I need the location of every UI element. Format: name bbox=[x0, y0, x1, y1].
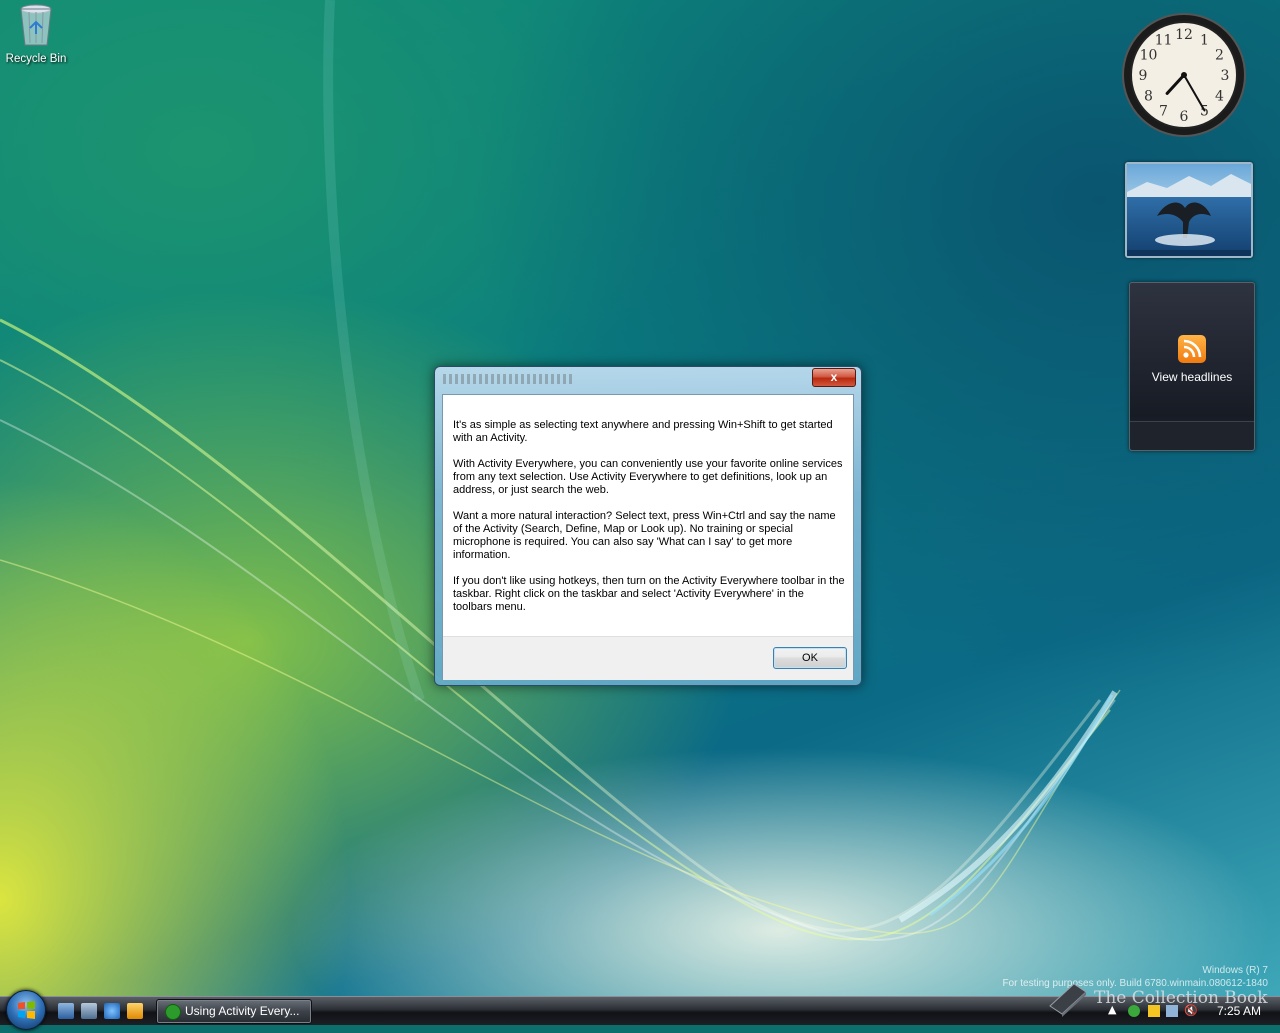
clock-numeral: 11 bbox=[1155, 33, 1173, 49]
watermark-line: Windows (R) 7 bbox=[1202, 965, 1268, 976]
windows-logo-icon bbox=[18, 1001, 35, 1019]
feed-gadget-footer bbox=[1130, 421, 1254, 450]
clock-numeral: 9 bbox=[1139, 68, 1148, 84]
clock-numeral: 6 bbox=[1180, 109, 1189, 125]
dialog-titlebar[interactable]: x bbox=[435, 367, 861, 393]
desktop-icon-recycle-bin[interactable]: Recycle Bin bbox=[4, 2, 68, 65]
message-paragraph: Want a more natural interaction? Select … bbox=[453, 510, 836, 561]
clock-numeral: 1 bbox=[1200, 33, 1209, 49]
taskbar-button-activity-everywhere[interactable]: Using Activity Every... bbox=[156, 999, 312, 1024]
recycle-bin-icon bbox=[20, 4, 52, 46]
media-player-icon[interactable] bbox=[127, 1003, 143, 1019]
internet-explorer-icon[interactable] bbox=[104, 1003, 120, 1019]
collection-book-text: The Collection Book bbox=[1094, 988, 1268, 1008]
clock-numeral: 10 bbox=[1140, 48, 1158, 64]
show-desktop-icon[interactable] bbox=[58, 1003, 74, 1019]
checkmark-icon bbox=[165, 1004, 181, 1020]
dialog-button-bar: OK bbox=[443, 636, 853, 680]
clock-numeral: 4 bbox=[1215, 89, 1224, 105]
analog-clock-face: 1234567891011 12 bbox=[1122, 13, 1246, 137]
collection-book-logo: The Collection Book bbox=[1044, 978, 1274, 1018]
whale-tail-photo bbox=[1127, 164, 1251, 256]
feed-headlines-gadget[interactable]: View headlines bbox=[1129, 282, 1255, 451]
switch-windows-icon[interactable] bbox=[81, 1003, 97, 1019]
close-button[interactable]: x bbox=[812, 368, 856, 387]
clock-numeral: 12 bbox=[1175, 27, 1193, 43]
desktop-icon-label: Recycle Bin bbox=[5, 53, 67, 65]
message-paragraph: If you don't like using hotkeys, then tu… bbox=[453, 575, 845, 613]
taskbar-button-label: Using Activity Every... bbox=[185, 1004, 300, 1018]
view-headlines-link[interactable]: View headlines bbox=[1130, 370, 1254, 384]
activity-everywhere-dialog: x It's as simple as selecting text anywh… bbox=[434, 366, 862, 686]
book-icon bbox=[1049, 983, 1087, 1017]
start-button[interactable] bbox=[6, 990, 46, 1030]
dialog-message: It's as simple as selecting text anywher… bbox=[453, 419, 845, 627]
rss-icon bbox=[1178, 335, 1206, 363]
slideshow-gadget[interactable] bbox=[1125, 162, 1253, 258]
dialog-content: It's as simple as selecting text anywher… bbox=[442, 394, 854, 680]
clock-numeral: 2 bbox=[1215, 48, 1224, 64]
clock-numeral: 8 bbox=[1144, 89, 1153, 105]
clock-numeral: 7 bbox=[1159, 104, 1168, 120]
clock-gadget[interactable]: 1 2 3 4 5 6 7 8 9 10 11 12 bbox=[1121, 12, 1247, 138]
desktop: Recycle Bin 1 2 3 4 5 6 7 8 9 10 11 12 V… bbox=[0, 0, 1280, 996]
message-paragraph: With Activity Everywhere, you can conven… bbox=[453, 458, 843, 496]
clock-numeral: 3 bbox=[1221, 68, 1230, 84]
dialog-title-blurred bbox=[443, 374, 573, 384]
ok-button[interactable]: OK bbox=[773, 647, 847, 669]
message-paragraph: It's as simple as selecting text anywher… bbox=[453, 419, 833, 444]
